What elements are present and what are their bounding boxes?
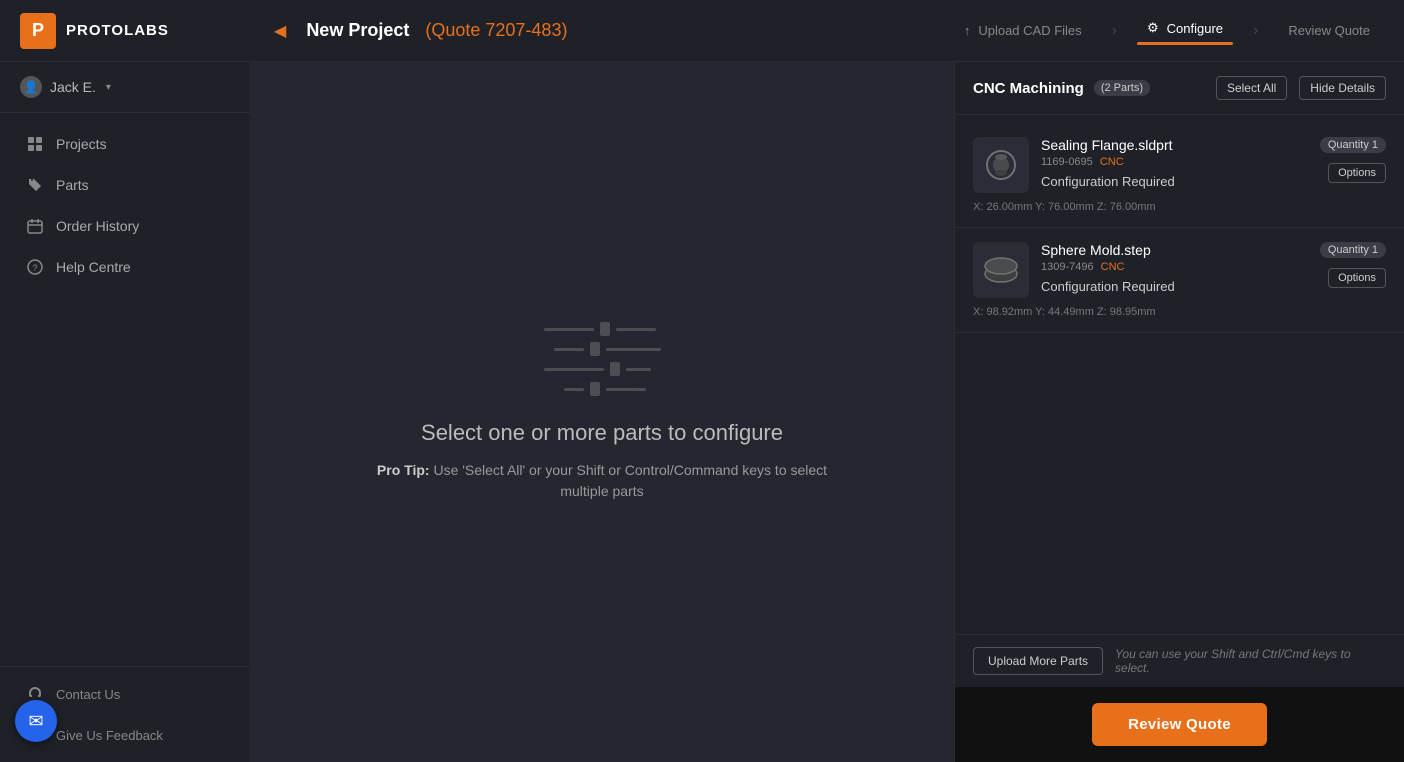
sidebar-item-projects[interactable]: Projects xyxy=(6,124,244,164)
step-configure-label: Configure xyxy=(1167,21,1223,36)
sidebar-item-order-history-label: Order History xyxy=(56,218,139,234)
user-avatar: 👤 xyxy=(20,76,42,98)
part-2-status: Configuration Required xyxy=(1041,279,1308,294)
step-configure[interactable]: ⚙ Configure xyxy=(1137,16,1233,40)
part-1-actions: Quantity 1 Options xyxy=(1320,137,1386,183)
upload-icon: ↑ xyxy=(964,23,971,38)
part-1-thumbnail xyxy=(973,137,1029,193)
part-item-1[interactable]: Sealing Flange.sldprt 1169-0695 CNC Conf… xyxy=(955,123,1404,228)
sidebar-item-parts-label: Parts xyxy=(56,177,89,193)
hide-details-button[interactable]: Hide Details xyxy=(1299,76,1386,100)
part-item-2[interactable]: Sphere Mold.step 1309-7496 CNC Configura… xyxy=(955,228,1404,333)
part-2-id: 1309-7496 CNC xyxy=(1041,261,1308,273)
part-2-quantity: Quantity 1 xyxy=(1320,242,1386,258)
review-quote-bar: Review Quote xyxy=(955,687,1404,762)
tag-icon xyxy=(26,176,44,194)
header-actions: Select All Hide Details xyxy=(1216,76,1386,100)
sidebar-item-help-centre[interactable]: ? Help Centre xyxy=(6,247,244,287)
part-2-thumbnail xyxy=(973,242,1029,298)
project-title: New Project xyxy=(306,20,409,41)
step-active-indicator xyxy=(1137,42,1233,45)
part-1-name: Sealing Flange.sldprt xyxy=(1041,137,1308,153)
user-name: Jack E. xyxy=(50,79,96,95)
sidebar-item-order-history[interactable]: Order History xyxy=(6,206,244,246)
sidebar-item-projects-label: Projects xyxy=(56,136,107,152)
part-2-id-suffix: CNC xyxy=(1101,261,1125,273)
chevron-down-icon: ▾ xyxy=(106,82,111,93)
svg-text:?: ? xyxy=(32,263,37,273)
main-content: ◀ New Project (Quote 7207-483) ↑ Upload … xyxy=(250,0,1404,762)
part-1-quantity: Quantity 1 xyxy=(1320,137,1386,153)
part-1-info: Sealing Flange.sldprt 1169-0695 CNC Conf… xyxy=(1041,137,1308,189)
question-icon: ? xyxy=(26,258,44,276)
sidebar: P PROTOLABS 👤 Jack E. ▾ Projects Parts xyxy=(0,0,250,762)
sidebar-item-contact-us-label: Contact Us xyxy=(56,687,120,702)
center-panel: Select one or more parts to configure Pr… xyxy=(250,62,954,762)
part-2-actions: Quantity 1 Options xyxy=(1320,242,1386,288)
configure-icon: ⚙ xyxy=(1147,20,1159,36)
part-2-name: Sphere Mold.step xyxy=(1041,242,1308,258)
right-panel-footer: Upload More Parts You can use your Shift… xyxy=(955,634,1404,762)
user-menu[interactable]: 👤 Jack E. ▾ xyxy=(0,62,250,113)
upload-more-row: Upload More Parts You can use your Shift… xyxy=(955,635,1404,687)
top-header: ◀ New Project (Quote 7207-483) ↑ Upload … xyxy=(250,0,1404,62)
step-configure-container: ⚙ Configure xyxy=(1137,16,1233,45)
sidebar-nav: Projects Parts Order History xyxy=(0,113,250,666)
upload-more-button[interactable]: Upload More Parts xyxy=(973,647,1103,675)
right-panel-header: CNC Machining (2 Parts) Select All Hide … xyxy=(955,62,1404,115)
envelope-icon: ✉ xyxy=(28,711,43,732)
upload-hint-text: You can use your Shift and Ctrl/Cmd keys… xyxy=(1115,647,1386,675)
step-divider-2: › xyxy=(1253,22,1258,40)
step-upload-label: Upload CAD Files xyxy=(978,23,1081,38)
parts-list: Sealing Flange.sldprt 1169-0695 CNC Conf… xyxy=(955,115,1404,634)
part-1-options-button[interactable]: Options xyxy=(1328,163,1386,183)
pro-tip-body: Use 'Select All' or your Shift or Contro… xyxy=(433,462,827,499)
part-2-info: Sphere Mold.step 1309-7496 CNC Configura… xyxy=(1041,242,1308,294)
logo-icon: P xyxy=(20,13,56,49)
quote-id: (Quote 7207-483) xyxy=(425,20,567,41)
part-1-id-suffix: CNC xyxy=(1100,156,1124,168)
pro-tip-label: Pro Tip: xyxy=(377,462,430,478)
step-review[interactable]: Review Quote xyxy=(1278,19,1380,42)
step-review-label: Review Quote xyxy=(1288,23,1370,38)
sidebar-item-give-us-feedback-label: Give Us Feedback xyxy=(56,728,163,743)
center-instructions: Select one or more parts to configure Pr… xyxy=(352,420,852,502)
step-upload[interactable]: ↑ Upload CAD Files xyxy=(954,19,1092,42)
step-divider-1: › xyxy=(1112,22,1117,40)
grid-icon xyxy=(26,135,44,153)
sidebar-logo: P PROTOLABS xyxy=(0,0,250,62)
logo-text: PROTOLABS xyxy=(66,22,169,39)
part-2-options-button[interactable]: Options xyxy=(1328,268,1386,288)
parts-badge: (2 Parts) xyxy=(1094,80,1150,96)
right-panel: CNC Machining (2 Parts) Select All Hide … xyxy=(954,62,1404,762)
pro-tip-text: Pro Tip: Use 'Select All' or your Shift … xyxy=(352,460,852,502)
part-1-status: Configuration Required xyxy=(1041,174,1308,189)
sidebar-item-help-centre-label: Help Centre xyxy=(56,259,131,275)
part-2-dimensions: X: 98.92mm Y: 44.49mm Z: 98.95mm xyxy=(973,306,1386,318)
review-quote-button[interactable]: Review Quote xyxy=(1092,703,1267,746)
sidebar-item-parts[interactable]: Parts xyxy=(6,165,244,205)
select-all-button[interactable]: Select All xyxy=(1216,76,1287,100)
select-parts-title: Select one or more parts to configure xyxy=(352,420,852,446)
part-1-dimensions: X: 26.00mm Y: 76.00mm Z: 76.00mm xyxy=(973,201,1386,213)
part-1-id: 1169-0695 CNC xyxy=(1041,156,1308,168)
back-arrow-icon[interactable]: ◀ xyxy=(274,21,286,41)
configure-sliders-icon xyxy=(544,322,661,396)
chat-bubble-button[interactable]: ✉ xyxy=(15,700,57,742)
calendar-icon xyxy=(26,217,44,235)
body-layout: Select one or more parts to configure Pr… xyxy=(250,62,1404,762)
section-title: CNC Machining xyxy=(973,80,1084,97)
